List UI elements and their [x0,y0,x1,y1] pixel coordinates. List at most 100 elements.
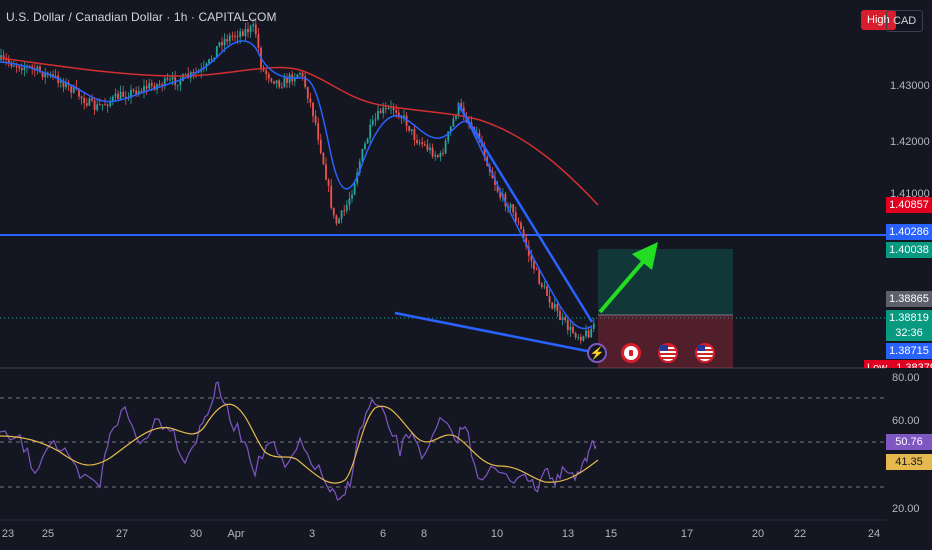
candle-body [351,194,353,199]
candle-body [340,210,343,219]
candle-body [54,75,57,77]
candle-body [572,326,574,333]
candle-body [23,67,26,71]
current-price-label: 1.38819 [886,310,932,326]
candle-body [267,74,270,79]
descending-trendline[interactable] [456,103,594,323]
candle-body [319,139,322,154]
low-prefix: Low [867,362,888,368]
candle-body [548,295,551,303]
candle-body [444,140,447,154]
date-tick: 13 [561,528,575,540]
candle-body [361,149,364,162]
candle-body [18,66,21,69]
candle-body [119,91,122,100]
symbol-title[interactable]: U.S. Dollar / Canadian Dollar · 1h · CAP… [6,10,277,24]
currency-button[interactable]: CAD [886,10,924,32]
date-tick: 15 [604,528,618,540]
rsi-tick: 20.00 [892,503,920,515]
candle-body [395,110,398,113]
blue-level-label: 1.40286 [886,224,932,240]
candle-body [247,28,249,33]
candle-body [543,286,546,288]
candle-body [317,123,320,140]
candle-body [569,326,572,331]
candle-body [98,104,101,106]
candle-body [148,83,151,89]
candle-body [452,118,455,127]
candle-body [80,96,83,99]
candle-body [169,79,171,81]
candle-body [228,35,231,42]
candle-body [384,107,387,109]
chart-canvas[interactable] [0,0,932,550]
candle-body [582,336,585,341]
candle-body [436,155,439,157]
date-tick: 30 [189,528,203,540]
candle-body [314,115,317,124]
maple-leaf-mark [629,350,633,356]
date-tick: 8 [420,528,428,540]
date-tick: 6 [379,528,387,540]
candle-body [176,85,179,87]
candle-body [179,80,182,86]
candle-body [556,304,559,312]
candle-body [332,207,335,216]
candle-body [223,39,226,46]
date-tick: 23 [1,528,15,540]
candle-body [234,35,236,37]
candle-body [564,317,567,321]
candle-body [410,129,413,131]
date-tick: 22 [793,528,807,540]
candle-body [171,77,174,80]
slow-moving-average-line [0,57,599,206]
candle-body [382,107,385,114]
canada-flag-icon[interactable] [621,343,641,363]
candle-body [546,286,548,296]
candle-body [343,210,346,212]
candle-body [117,93,119,100]
price-tick: 1.43000 [890,80,930,92]
date-tick: 25 [41,528,55,540]
candle-body [140,90,143,92]
candle-body [306,87,309,99]
flag-canton [660,345,668,351]
candle-body [416,140,418,144]
candle-body [275,80,278,84]
fast-moving-average-line [0,40,593,330]
candle-body [241,31,244,37]
date-tick: 10 [490,528,504,540]
candle-body [587,330,590,338]
candle-body [104,104,106,106]
rsi-moving-average-line [0,403,599,484]
price-tick: 1.42000 [890,136,930,148]
candle-body [330,185,333,208]
candle-body [231,35,234,37]
candle-body [236,36,239,38]
candle-body [158,84,161,86]
candle-body [374,119,377,121]
candle-body [85,103,88,106]
candle-body [559,311,561,321]
position-target-zone[interactable] [598,249,733,315]
candle-body [273,81,275,84]
candle-body [83,98,86,104]
lightning-icon[interactable]: ⚡ [587,343,607,363]
candle-body [535,269,538,271]
candle-body [371,120,374,125]
candle-body [52,73,54,76]
candle-body [93,100,96,111]
candle-body [20,68,23,71]
date-tick: Apr [227,528,245,540]
us-flag-icon[interactable] [695,343,715,363]
candle-body [540,283,543,287]
candle-body [514,212,517,222]
candle-body [369,124,372,139]
low-value: 1.38379 [896,362,932,368]
date-tick: 17 [680,528,694,540]
candle-body [192,72,195,74]
us-flag-icon[interactable] [658,343,678,363]
date-tick: 20 [751,528,765,540]
candle-body [585,330,587,337]
candle-body [106,104,109,106]
